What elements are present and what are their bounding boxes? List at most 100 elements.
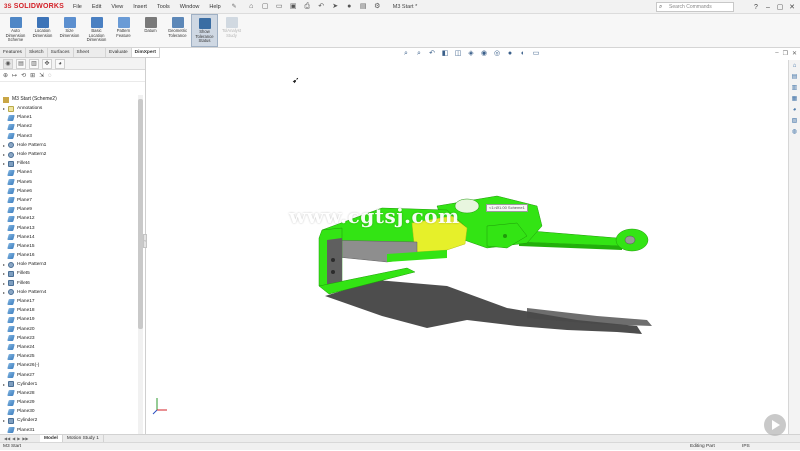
rebuild-icon[interactable]: ● xyxy=(345,2,354,11)
tab-sheet-metal[interactable]: Sheet Metal xyxy=(74,48,106,65)
tree-item[interactable]: Plane9 xyxy=(0,205,140,214)
doc-minimize-button[interactable]: – xyxy=(775,50,778,57)
tree-item[interactable]: Plane16 xyxy=(0,251,140,260)
dimension-callout[interactable]: <1>Ø1.00 Scheme1 xyxy=(486,204,528,212)
copy-scheme-icon[interactable]: ⟲ xyxy=(21,72,26,79)
appearances-icon[interactable]: ◕ xyxy=(791,106,799,114)
tree-item[interactable]: ▸ Hole Pattern4 xyxy=(0,288,140,297)
tree-item[interactable]: Plane18 xyxy=(0,306,140,315)
zoom-to-fit-icon[interactable]: ⌕ xyxy=(402,50,410,58)
undo-icon[interactable]: ↶ xyxy=(317,2,326,11)
graphics-area[interactable]: <1>Ø1.00 Scheme1 www.cgtsj.com ➹ xyxy=(147,58,788,440)
next-tab-icon[interactable]: ▶ xyxy=(17,436,20,441)
tree-item[interactable]: Plane2 xyxy=(0,122,140,131)
configuration-manager-tab-icon[interactable]: ▥ xyxy=(29,58,39,69)
tab-dimxpert[interactable]: DimXpert xyxy=(131,48,160,57)
tree-item[interactable]: ▸ Fillet6 xyxy=(0,279,140,288)
expand-arrow-icon[interactable]: ▸ xyxy=(0,382,8,387)
print-icon[interactable]: ⎙ xyxy=(303,2,312,11)
menu-item-insert[interactable]: Insert xyxy=(128,0,152,14)
tab-sketch[interactable]: Sketch xyxy=(26,48,48,57)
ribbon-button-tolanalyst-study[interactable]: TolAnalyst Study xyxy=(218,14,245,47)
hide-show-items-icon[interactable]: ◎ xyxy=(493,50,501,58)
solidworks-logo[interactable]: 3S SOLIDWORKS xyxy=(0,0,68,14)
expand-arrow-icon[interactable]: ▸ xyxy=(0,281,8,286)
maximize-button[interactable]: ▢ xyxy=(774,3,786,11)
search-commands-box[interactable]: ⌕ Search Commands xyxy=(656,2,734,12)
lever-end-hole[interactable] xyxy=(624,235,636,245)
prev-tab-icon[interactable]: ◀ xyxy=(12,436,15,441)
previous-view-icon[interactable]: ↶ xyxy=(428,50,436,58)
first-tab-icon[interactable]: ◀◀ xyxy=(4,436,10,441)
tree-item[interactable]: ▸ Fillet4 xyxy=(0,159,140,168)
zoom-to-area-icon[interactable]: ⌕ xyxy=(415,50,423,58)
expand-arrow-icon[interactable]: ▸ xyxy=(0,143,8,148)
view-orientation-icon[interactable]: ◈ xyxy=(467,50,475,58)
tab-features[interactable]: Features xyxy=(0,48,26,57)
display-style-icon[interactable]: ◉ xyxy=(480,50,488,58)
tree-item[interactable]: Plane14 xyxy=(0,233,140,242)
flange-hole-1[interactable] xyxy=(331,258,335,262)
expand-arrow-icon[interactable]: ▸ xyxy=(0,152,8,157)
tree-item[interactable]: Plane4 xyxy=(0,168,140,177)
delete-all-icon[interactable]: ◌ xyxy=(48,73,52,79)
expand-arrow-icon[interactable]: ▸ xyxy=(0,161,8,166)
select-icon[interactable]: ➤ xyxy=(331,2,340,11)
save-icon[interactable]: ▣ xyxy=(289,2,298,11)
file-explorer-icon[interactable]: ▥ xyxy=(791,84,799,92)
tree-item[interactable]: Plane17 xyxy=(0,297,140,306)
last-tab-icon[interactable]: ▶▶ xyxy=(22,436,28,441)
auto-dimension-scheme-icon[interactable]: ⊕ xyxy=(3,72,8,79)
property-manager-tab-icon[interactable]: ▤ xyxy=(16,58,26,69)
tab-surfaces[interactable]: Surfaces xyxy=(48,48,74,57)
expand-arrow-icon[interactable]: ▸ xyxy=(0,290,8,295)
tree-item[interactable]: Plane28 xyxy=(0,389,140,398)
flange-hole-2[interactable] xyxy=(331,270,335,274)
doc-restore-button[interactable]: ❐ xyxy=(783,50,788,57)
ribbon-button-datum[interactable]: Datum xyxy=(137,14,164,47)
pin-icon[interactable]: ✎ xyxy=(226,3,243,10)
tree-item[interactable]: Plane3 xyxy=(0,132,140,141)
ribbon-button-pattern-feature[interactable]: Pattern Feature xyxy=(110,14,137,47)
minimize-button[interactable]: – xyxy=(762,4,774,11)
expand-arrow-icon[interactable]: ▸ xyxy=(0,418,8,423)
doc-close-button[interactable]: ✕ xyxy=(792,50,797,57)
tree-item[interactable]: Plane25 xyxy=(0,352,140,361)
tree-item[interactable]: ▸ Hole Pattern1 xyxy=(0,141,140,150)
tree-item[interactable]: Plane20 xyxy=(0,325,140,334)
part-model[interactable] xyxy=(147,58,788,440)
tree-item[interactable]: Plane19 xyxy=(0,315,140,324)
dynamic-annotation-icon[interactable]: ◫ xyxy=(454,50,462,58)
expand-arrow-icon[interactable]: ▸ xyxy=(0,106,8,111)
open-icon[interactable]: ▭ xyxy=(275,2,284,11)
menu-item-file[interactable]: File xyxy=(68,0,87,14)
tree-item[interactable]: Plane27 xyxy=(0,370,140,379)
tree-root[interactable]: M3 Start (Scheme2) xyxy=(0,95,140,104)
expand-arrow-icon[interactable]: ▸ xyxy=(0,262,8,267)
expand-arrow-icon[interactable]: ▸ xyxy=(0,271,8,276)
tree-item[interactable]: Plane12 xyxy=(0,214,140,223)
tolerance-status-icon[interactable]: ↦ xyxy=(12,72,17,79)
tree-item[interactable]: Plane13 xyxy=(0,223,140,232)
feature-manager-tab-icon[interactable]: ◉ xyxy=(3,58,13,69)
tab-evaluate[interactable]: Evaluate xyxy=(106,48,132,57)
dimxpert-manager-tab-icon[interactable]: ✥ xyxy=(42,58,52,69)
tree-item[interactable]: Plane6 xyxy=(0,187,140,196)
tree-item[interactable]: Plane24 xyxy=(0,343,140,352)
tree-item[interactable]: Plane26(-) xyxy=(0,361,140,370)
solidworks-forum-icon[interactable]: ◍ xyxy=(791,128,799,136)
solidworks-resources-icon[interactable]: ⌂ xyxy=(791,62,799,70)
tree-item[interactable]: ▸ Hole Pattern2 xyxy=(0,150,140,159)
ribbon-button-show-tolerance-status[interactable]: Show Tolerance Status xyxy=(191,14,218,47)
tree-item[interactable]: Plane5 xyxy=(0,178,140,187)
view-palette-icon[interactable]: ▦ xyxy=(791,95,799,103)
scrollbar-thumb[interactable] xyxy=(138,99,143,329)
view-settings-icon[interactable]: ▭ xyxy=(532,50,540,58)
design-library-icon[interactable]: ▤ xyxy=(791,73,799,81)
tree-item[interactable]: Plane15 xyxy=(0,242,140,251)
ribbon-button-auto-dimension-scheme[interactable]: Auto Dimension Scheme xyxy=(2,14,29,47)
menu-item-window[interactable]: Window xyxy=(175,0,205,14)
close-button[interactable]: ✕ xyxy=(786,3,798,11)
tree-item[interactable]: Plane1 xyxy=(0,113,140,122)
ribbon-button-basic-location-dimension[interactable]: Basic Location Dimension xyxy=(83,14,110,47)
